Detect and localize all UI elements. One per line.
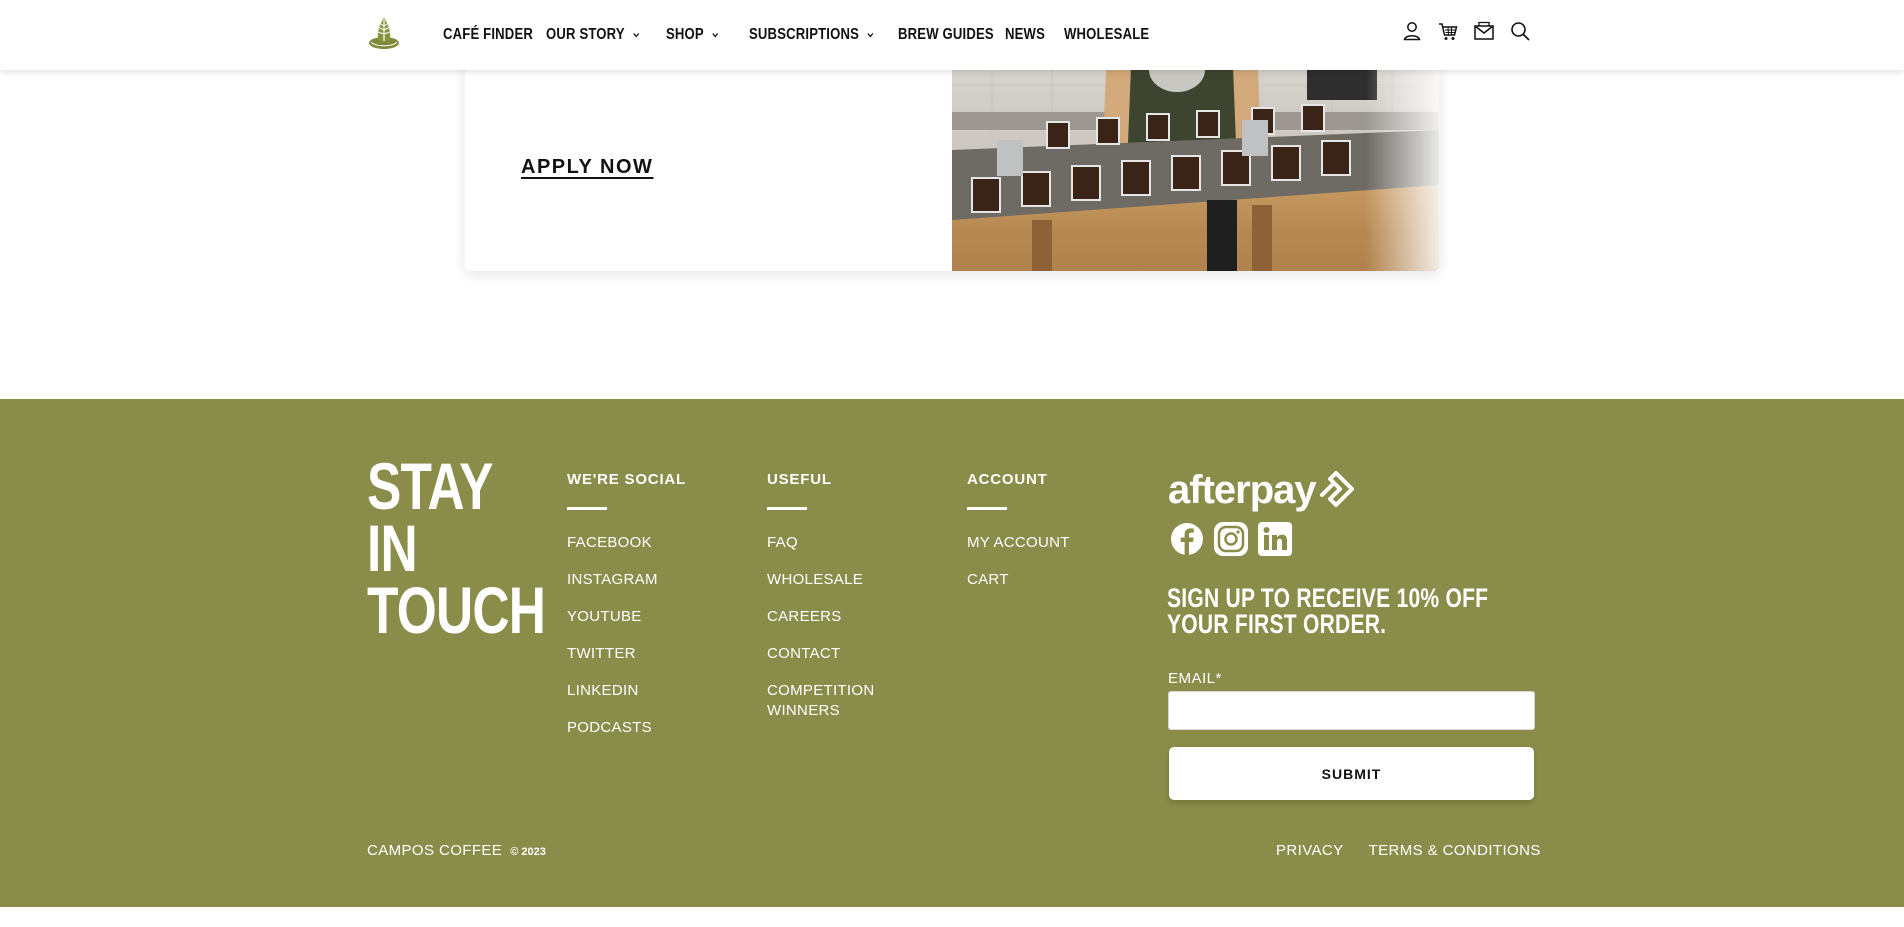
nav-label: CAFÉ FINDER (443, 26, 534, 43)
list-item: WHOLESALE (767, 570, 907, 590)
campos-leaf-logo-icon[interactable] (367, 14, 401, 50)
footer-column-useful: USEFUL FAQ WHOLESALE CAREERS CONTACT COM… (767, 471, 907, 738)
copyright-text: © 2023 (510, 846, 546, 858)
nav-item-our-story[interactable]: OUR STORY (546, 0, 666, 70)
email-label: EMAIL* (1168, 670, 1222, 687)
footer-link-instagram[interactable]: INSTAGRAM (567, 570, 658, 590)
afterpay-logo-text: afterpay (1168, 468, 1317, 512)
chevron-down-icon (867, 33, 874, 38)
legal-links: PRIVACY TERMS & CONDITIONS (1276, 842, 1541, 859)
list-item: TWITTER (567, 644, 686, 664)
link-list: FACEBOOK INSTAGRAM YOUTUBE TWITTER LINKE… (567, 533, 686, 738)
main-nav: CAFÉ FINDER OUR STORY SHOP SUBSCRIPTIONS… (443, 0, 1154, 70)
nav-label: WHOLESALE (1064, 26, 1150, 43)
footer-link-podcasts[interactable]: PODCASTS (567, 718, 652, 738)
site-footer: STAY IN TOUCH WE'RE SOCIAL FACEBOOK INST… (0, 399, 1904, 907)
nav-label-wrap: SHOP (666, 26, 719, 44)
stay-in-touch-title: STAY IN TOUCH (367, 449, 546, 647)
nav-label-wrap: SUBSCRIPTIONS (749, 26, 875, 44)
terms-link[interactable]: TERMS & CONDITIONS (1369, 842, 1541, 859)
chevron-down-icon (633, 33, 640, 38)
privacy-link[interactable]: PRIVACY (1276, 842, 1344, 859)
list-item: FACEBOOK (567, 533, 686, 553)
nav-label: OUR STORY (546, 26, 625, 43)
footer-link-my-account[interactable]: MY ACCOUNT (967, 533, 1070, 553)
nav-label: NEWS (1005, 26, 1046, 43)
footer-link-linkedin[interactable]: LINKEDIN (567, 681, 639, 701)
linkedin-icon[interactable] (1257, 521, 1293, 557)
heading-underline (567, 507, 607, 510)
list-item: LINKEDIN (567, 681, 686, 701)
list-item: CONTACT (767, 644, 907, 664)
facebook-icon[interactable] (1169, 521, 1205, 557)
barista-cupping-photo (952, 40, 1439, 271)
nav-label-wrap: OUR STORY (546, 26, 640, 44)
column-heading: USEFUL (767, 471, 832, 488)
list-item: CAREERS (767, 607, 907, 627)
footer-link-twitter[interactable]: TWITTER (567, 644, 636, 664)
nav-label: BREW GUIDES (898, 26, 994, 43)
nav-label: SHOP (666, 26, 704, 43)
footer-link-faq[interactable]: FAQ (767, 533, 798, 553)
footer-link-cart[interactable]: CART (967, 570, 1009, 590)
heading-underline (767, 507, 807, 510)
list-item: COMPETITION WINNERS (767, 681, 907, 721)
afterpay-arrows-icon (1320, 471, 1354, 507)
nav-item-brew-guides[interactable]: BREW GUIDES (898, 0, 1005, 70)
nav-item-news[interactable]: NEWS (1005, 0, 1064, 70)
list-item: CART (967, 570, 1070, 590)
cart-icon[interactable] (1437, 20, 1459, 42)
list-item: INSTAGRAM (567, 570, 686, 590)
afterpay-logo: afterpay (1168, 468, 1354, 512)
footer-link-wholesale[interactable]: WHOLESALE (767, 570, 863, 590)
signup-offer-title: SIGN UP TO RECEIVE 10% OFF YOUR FIRST OR… (1167, 583, 1489, 639)
nav-item-cafe-finder[interactable]: CAFÉ FINDER (443, 0, 546, 70)
site-header: CAFÉ FINDER OUR STORY SHOP SUBSCRIPTIONS… (0, 0, 1904, 70)
heading-underline (967, 507, 1007, 510)
footer-link-contact[interactable]: CONTACT (767, 644, 840, 664)
nav-item-shop[interactable]: SHOP (666, 0, 749, 70)
apply-now-link[interactable]: APPLY NOW (521, 156, 653, 179)
link-list: FAQ WHOLESALE CAREERS CONTACT COMPETITIO… (767, 533, 907, 721)
link-list: MY ACCOUNT CART (967, 533, 1070, 590)
footer-link-competition-winners[interactable]: COMPETITION WINNERS (767, 681, 907, 721)
nav-label: SUBSCRIPTIONS (749, 26, 860, 43)
footer-link-careers[interactable]: CAREERS (767, 607, 842, 627)
submit-button[interactable]: SUBMIT (1169, 747, 1534, 800)
nav-item-wholesale[interactable]: WHOLESALE (1064, 0, 1154, 70)
mail-icon[interactable] (1473, 20, 1495, 42)
footer-brand: CAMPOS COFFEE © 2023 (367, 842, 546, 859)
chevron-down-icon (712, 33, 719, 38)
instagram-icon[interactable] (1213, 521, 1249, 557)
brand-name: CAMPOS COFFEE (367, 842, 503, 859)
column-heading: ACCOUNT (967, 471, 1048, 488)
search-icon[interactable] (1509, 20, 1531, 42)
list-item: MY ACCOUNT (967, 533, 1070, 553)
social-icons (1169, 521, 1293, 557)
careers-promo-card: APPLY NOW (465, 40, 1439, 271)
header-icons (1401, 20, 1531, 42)
footer-link-facebook[interactable]: FACEBOOK (567, 533, 652, 553)
email-field[interactable] (1168, 691, 1535, 730)
footer-column-social: WE'RE SOCIAL FACEBOOK INSTAGRAM YOUTUBE … (567, 471, 686, 755)
user-icon[interactable] (1401, 20, 1423, 42)
footer-column-account: ACCOUNT MY ACCOUNT CART (967, 471, 1070, 607)
list-item: FAQ (767, 533, 907, 553)
column-heading: WE'RE SOCIAL (567, 471, 687, 488)
list-item: YOUTUBE (567, 607, 686, 627)
footer-link-youtube[interactable]: YOUTUBE (567, 607, 642, 627)
nav-item-subscriptions[interactable]: SUBSCRIPTIONS (749, 0, 898, 70)
list-item: PODCASTS (567, 718, 686, 738)
